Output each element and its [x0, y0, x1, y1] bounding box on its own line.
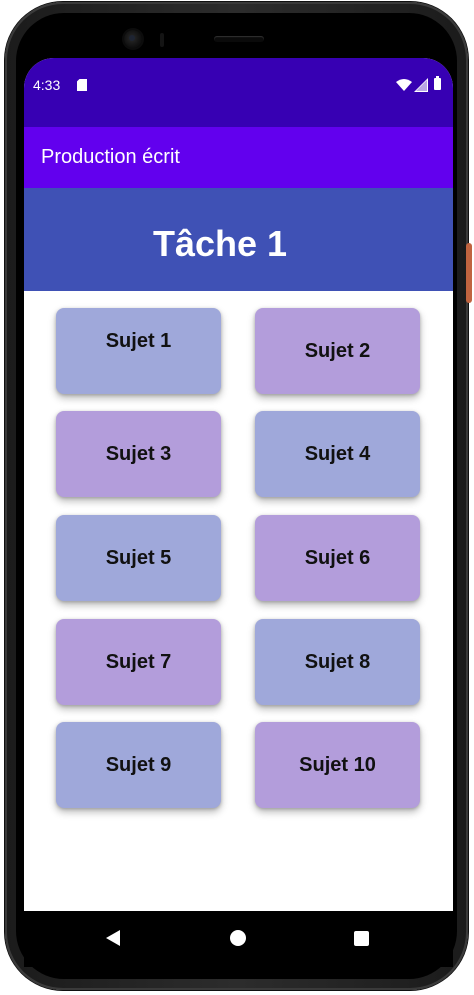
subject-button-4[interactable]: Sujet 4 — [255, 411, 420, 497]
subject-label: Sujet 6 — [304, 546, 371, 569]
back-icon[interactable] — [106, 930, 120, 946]
subject-label: Sujet 1 — [105, 329, 172, 352]
subject-label: Sujet 2 — [304, 339, 371, 362]
app-bar: Production écrit — [24, 127, 453, 188]
wifi-icon — [396, 79, 412, 91]
subject-label: Sujet 8 — [304, 650, 371, 673]
subject-label: Sujet 5 — [105, 546, 172, 569]
home-icon[interactable] — [230, 930, 246, 946]
subject-button-8[interactable]: Sujet 8 — [255, 619, 420, 705]
subject-label: Sujet 9 — [105, 753, 172, 776]
proximity-sensor — [160, 33, 164, 47]
subject-button-10[interactable]: Sujet 10 — [255, 722, 420, 808]
subject-button-6[interactable]: Sujet 6 — [255, 515, 420, 601]
device: 4:33 Production écrit Tâche 1 Sujet 1 Su… — [0, 0, 474, 995]
subject-label: Sujet 10 — [299, 753, 376, 776]
subject-button-5[interactable]: Sujet 5 — [56, 515, 221, 601]
task-header: Tâche 1 — [24, 188, 453, 291]
subject-button-2[interactable]: Sujet 2 — [255, 308, 420, 394]
subject-label: Sujet 4 — [304, 442, 371, 465]
system-nav-bar — [24, 911, 453, 967]
subject-button-7[interactable]: Sujet 7 — [56, 619, 221, 705]
subject-button-9[interactable]: Sujet 9 — [56, 722, 221, 808]
cell-signal-icon — [414, 78, 428, 92]
screen: 4:33 Production écrit Tâche 1 Sujet 1 Su… — [24, 58, 453, 911]
subject-button-3[interactable]: Sujet 3 — [56, 411, 221, 497]
subject-label: Sujet 3 — [105, 442, 172, 465]
task-title: Tâche 1 — [152, 223, 288, 264]
power-button[interactable] — [466, 243, 472, 303]
battery-icon — [434, 76, 441, 90]
status-bar: 4:33 — [24, 58, 453, 127]
subject-label: Sujet 7 — [105, 650, 172, 673]
sd-card-icon — [77, 79, 87, 91]
app-title: Production écrit — [41, 146, 180, 168]
subject-button-1[interactable]: Sujet 1 — [56, 308, 221, 394]
recents-icon[interactable] — [354, 931, 369, 946]
status-time: 4:33 — [33, 77, 61, 93]
front-camera — [124, 30, 142, 48]
earpiece-speaker — [214, 36, 264, 42]
